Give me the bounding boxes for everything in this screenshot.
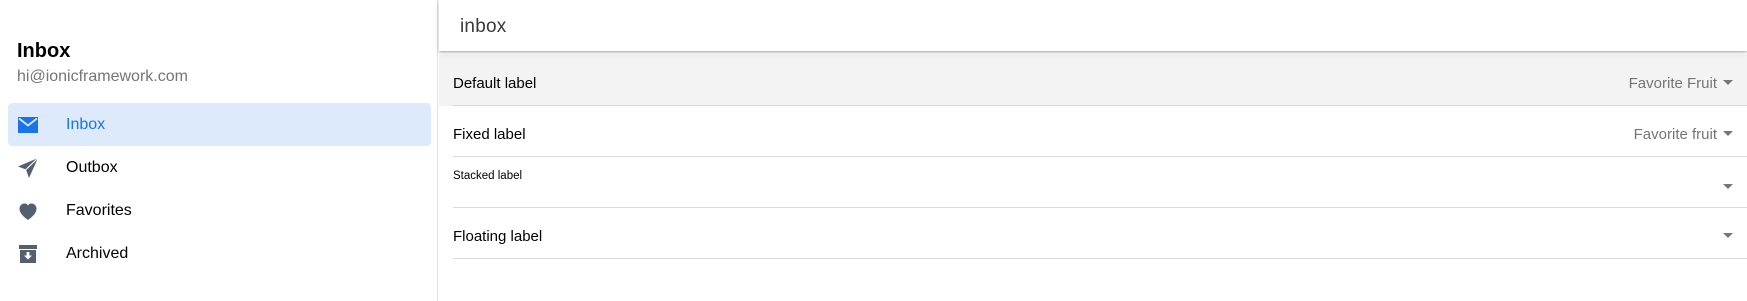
select-default-label[interactable]: Default label Favorite Fruit [439, 55, 1747, 106]
select-stacked-label[interactable]: Stacked label [439, 157, 1747, 208]
mail-icon [16, 113, 40, 137]
item-label: Stacked label [453, 170, 523, 182]
menu-item-label: Inbox [66, 115, 106, 133]
main-content: inbox Default label Favorite Fruit Fixed… [439, 0, 1747, 301]
page-title: inbox [460, 16, 507, 37]
caret-down-icon [1723, 80, 1733, 85]
menu-item-label: Favorites [66, 201, 132, 219]
divider [453, 258, 1747, 259]
menu-item-inbox[interactable]: Inbox [8, 103, 431, 146]
item-label: Fixed label [453, 126, 526, 143]
select-floating-label[interactable]: Floating label [439, 208, 1747, 259]
side-menu: Inbox hi@ionicframework.com Inbox Outbox… [0, 0, 438, 301]
caret-down-icon [1723, 131, 1733, 136]
menu-title: Inbox [17, 40, 71, 62]
caret-down-icon [1723, 233, 1733, 238]
heart-icon [16, 199, 40, 223]
select-fixed-label[interactable]: Fixed label Favorite fruit [439, 106, 1747, 157]
select-value: Favorite Fruit [1628, 75, 1717, 92]
menu-item-archived[interactable]: Archived [8, 232, 431, 275]
select-list: Default label Favorite Fruit Fixed label… [439, 55, 1747, 259]
archive-icon [16, 242, 40, 266]
menu-item-favorites[interactable]: Favorites [8, 189, 431, 232]
toolbar: inbox [439, 0, 1747, 51]
app: Inbox hi@ionicframework.com Inbox Outbox… [0, 0, 1747, 301]
paper-plane-icon [16, 156, 40, 180]
menu-item-label: Outbox [66, 158, 118, 176]
menu-item-outbox[interactable]: Outbox [8, 146, 431, 189]
caret-down-icon [1723, 184, 1733, 189]
menu-subtitle: hi@ionicframework.com [17, 68, 188, 85]
select-value: Favorite fruit [1633, 126, 1717, 143]
item-label: Floating label [453, 228, 543, 245]
item-label: Default label [453, 75, 537, 92]
menu-item-label: Archived [66, 244, 129, 262]
